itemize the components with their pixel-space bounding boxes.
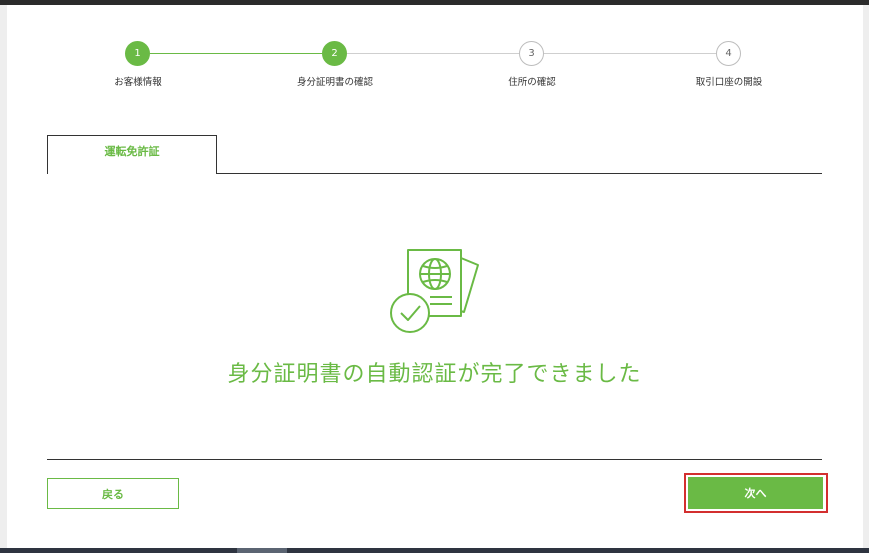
passport-check-icon (390, 249, 479, 333)
right-edge (863, 5, 869, 548)
step-4-circle: 4 (716, 41, 741, 66)
step-2-label: 身分証明書の確認 (296, 77, 373, 88)
back-button[interactable]: 戻る (47, 478, 179, 509)
taskbar-segment (237, 548, 287, 553)
step-1-label: お客様情報 (114, 77, 162, 88)
step-1-circle: 1 (125, 41, 150, 66)
verification-complete-message: 身分証明書の自動認証が完了できました (227, 362, 642, 387)
step-4-label: 取引口座の開設 (695, 77, 763, 88)
window-top-bar (0, 0, 869, 5)
footer-divider (47, 459, 822, 460)
window-bottom-bar (0, 548, 869, 553)
step-3-label: 住所の確認 (508, 77, 556, 88)
left-edge (0, 5, 7, 548)
stepper-connector-2 (347, 53, 519, 54)
next-button[interactable]: 次へ (688, 477, 823, 509)
tab-drivers-license[interactable]: 運転免許証 (47, 135, 217, 174)
step-3-circle: 3 (519, 41, 544, 66)
stepper-connector-1 (150, 53, 322, 54)
step-2-circle: 2 (322, 41, 347, 66)
stepper-connector-3 (544, 53, 716, 54)
tab-divider (217, 173, 822, 174)
